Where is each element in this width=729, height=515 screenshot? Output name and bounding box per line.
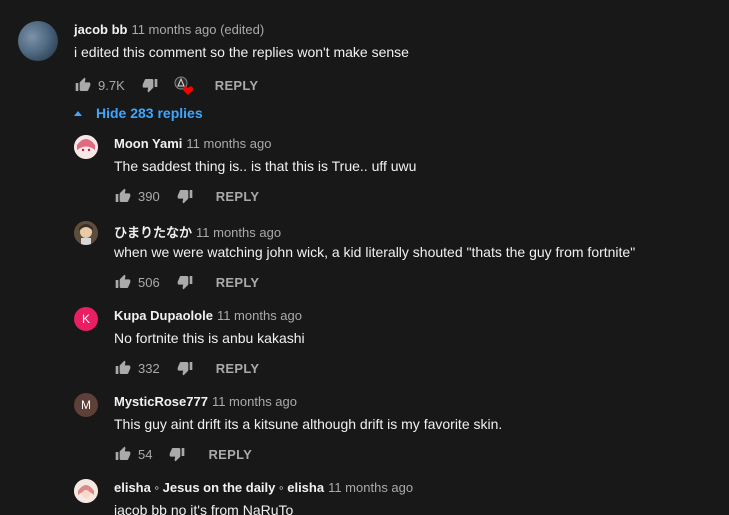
thumbs-down-icon[interactable] xyxy=(176,359,194,377)
caret-up-icon xyxy=(74,111,82,116)
comment-thread: jacob bb 11 months ago (edited) i edited … xyxy=(0,0,729,515)
author-name[interactable]: Moon Yami xyxy=(114,136,182,151)
reply-button[interactable]: REPLY xyxy=(216,275,260,290)
comment-actions: 54 REPLY xyxy=(114,442,252,466)
thumbs-up-icon[interactable] xyxy=(114,273,132,291)
creator-heart-icon xyxy=(173,75,193,95)
hide-replies-label: Hide 283 replies xyxy=(96,105,203,121)
comment-text: No fortnite this is anbu kakashi xyxy=(114,330,305,346)
avatar[interactable]: K xyxy=(74,307,98,331)
comment-actions: 332 REPLY xyxy=(114,356,259,380)
comment-header: Moon Yami 11 months ago xyxy=(114,136,271,151)
thumbs-down-icon[interactable] xyxy=(176,187,194,205)
comment-text: jacob bb no it's from NaRuTo xyxy=(114,502,294,515)
reply-button[interactable]: REPLY xyxy=(216,361,260,376)
like-count: 390 xyxy=(138,188,160,204)
comment-text: The saddest thing is.. is that this is T… xyxy=(114,158,417,174)
comment-header: MysticRose777 11 months ago xyxy=(114,394,297,409)
like-count: 332 xyxy=(138,360,160,376)
avatar[interactable] xyxy=(74,479,98,503)
comment-text: i edited this comment so the replies won… xyxy=(74,44,409,60)
comment-actions: 9.7K REPLY xyxy=(74,73,258,97)
timestamp[interactable]: 11 months ago xyxy=(186,136,271,151)
comment-header: ひまりたなか 11 months ago xyxy=(114,222,281,241)
author-name[interactable]: Kupa Dupaolole xyxy=(114,308,213,323)
thumbs-up-icon[interactable] xyxy=(114,445,132,463)
hide-replies-button[interactable]: Hide 283 replies xyxy=(74,105,203,121)
thumbs-up-icon[interactable] xyxy=(114,359,132,377)
avatar[interactable] xyxy=(74,221,98,245)
thumbs-down-icon[interactable] xyxy=(141,76,159,94)
thumbs-up-icon[interactable] xyxy=(114,187,132,205)
avatar-letter: M xyxy=(81,398,91,412)
avatar-letter: K xyxy=(81,312,90,326)
comment-header: elisha ◦ Jesus on the daily ◦ elisha 11 m… xyxy=(114,480,413,495)
reply-button[interactable]: REPLY xyxy=(208,447,252,462)
comment-text: when we were watching john wick, a kid l… xyxy=(114,244,636,260)
thumbs-up-icon[interactable] xyxy=(74,76,92,94)
timestamp[interactable]: 11 months ago xyxy=(196,225,281,240)
comment-header: Kupa Dupaolole 11 months ago xyxy=(114,308,302,323)
author-name[interactable]: ひまりたなか xyxy=(114,225,192,240)
author-name[interactable]: MysticRose777 xyxy=(114,394,208,409)
avatar[interactable] xyxy=(18,21,58,61)
reply-button[interactable]: REPLY xyxy=(216,189,260,204)
timestamp[interactable]: 11 months ago (edited) xyxy=(131,22,264,37)
reply-button[interactable]: REPLY xyxy=(215,78,259,93)
comment-actions: 506 REPLY xyxy=(114,270,259,294)
like-count: 54 xyxy=(138,446,153,462)
thumbs-down-icon[interactable] xyxy=(168,445,186,463)
comment-header: jacob bb 11 months ago (edited) xyxy=(74,22,264,37)
timestamp[interactable]: 11 months ago xyxy=(328,480,413,495)
like-count: 506 xyxy=(138,274,160,290)
like-count: 9.7K xyxy=(98,77,125,93)
timestamp[interactable]: 11 months ago xyxy=(217,308,302,323)
author-name[interactable]: elisha ◦ Jesus on the daily ◦ elisha xyxy=(114,480,324,495)
thumbs-down-icon[interactable] xyxy=(176,273,194,291)
comment-actions: 390 REPLY xyxy=(114,184,259,208)
comment-text: This guy aint drift its a kitsune althou… xyxy=(114,416,503,432)
timestamp[interactable]: 11 months ago xyxy=(212,394,297,409)
author-name[interactable]: jacob bb xyxy=(74,22,127,37)
avatar[interactable]: M xyxy=(74,393,98,417)
avatar[interactable] xyxy=(74,135,98,159)
